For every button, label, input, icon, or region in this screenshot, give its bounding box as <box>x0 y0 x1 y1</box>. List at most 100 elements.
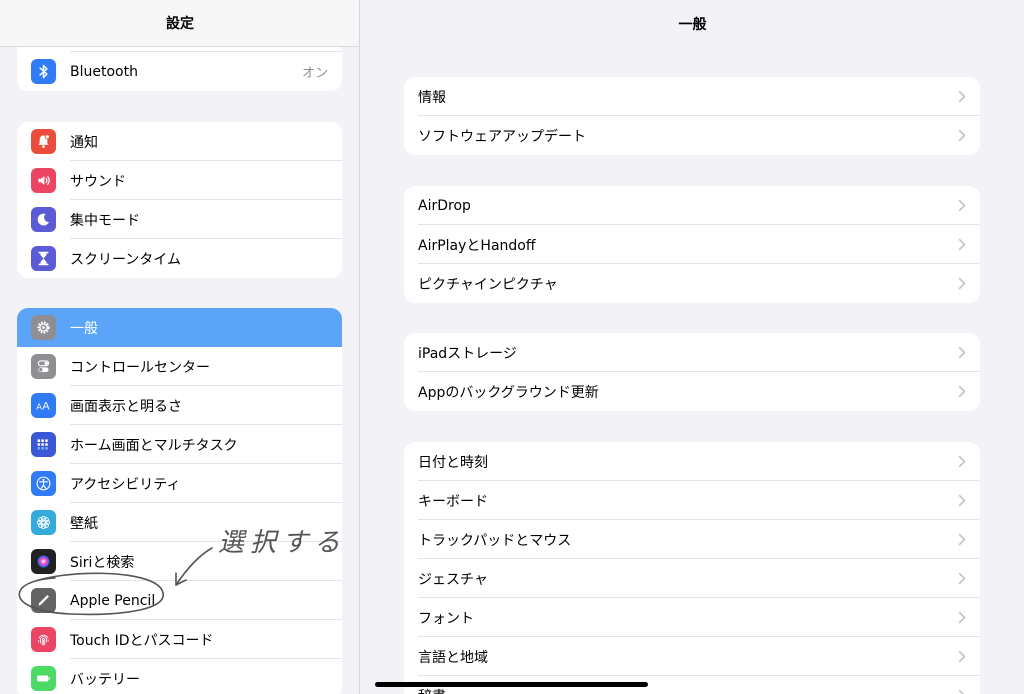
settings-row-picture-in-picture[interactable]: ピクチャインピクチャ <box>404 264 980 303</box>
sidebar-item-display-brightness[interactable]: AA 画面表示と明るさ <box>17 386 342 425</box>
gear-icon <box>31 315 56 340</box>
svg-text:A: A <box>36 401 42 411</box>
settings-row-label: Appのバックグラウンド更新 <box>418 384 599 401</box>
sidebar-item-label: スクリーンタイム <box>70 251 182 268</box>
fingerprint-icon <box>31 627 56 652</box>
settings-row-label: iPadストレージ <box>418 345 517 362</box>
svg-text:A: A <box>42 400 50 412</box>
general-settings-pane: 一般 情報 ソフトウェアアップデート AirDrop AirPlayとHando… <box>361 0 1024 694</box>
sidebar-item-label: アクセシビリティ <box>70 476 181 493</box>
settings-row-fonts[interactable]: フォント <box>404 598 980 637</box>
bell-icon <box>31 129 56 154</box>
battery-icon <box>31 666 56 691</box>
sidebar-item-label: 集中モード <box>70 212 140 229</box>
accessibility-icon <box>31 471 56 496</box>
sidebar-item-label: サウンド <box>70 173 126 190</box>
settings-row-label: キーボード <box>418 493 488 510</box>
sidebar-item-label: Apple Pencil <box>70 592 156 609</box>
grid-icon <box>31 432 56 457</box>
sidebar: 設定 Bluetooth オン 通知 サウンド 集中モード スクリーンタイム 一… <box>0 0 360 694</box>
sidebar-group-general: 一般 コントロールセンター AA 画面表示と明るさ ホーム画面とマルチタスク ア… <box>17 308 342 694</box>
chevron-right-icon <box>958 90 966 103</box>
sidebar-item-focus[interactable]: 集中モード <box>17 200 342 239</box>
settings-group-input: 日付と時刻 キーボード トラックパッドとマウス ジェスチャ フォント 言語と地域 <box>404 442 980 694</box>
sidebar-item-bluetooth[interactable]: Bluetooth オン <box>17 52 342 91</box>
settings-row-label: ピクチャインピクチャ <box>418 276 558 293</box>
sidebar-item-control-center[interactable]: コントロールセンター <box>17 347 342 386</box>
sidebar-item-label: ホーム画面とマルチタスク <box>70 437 238 454</box>
toggles-icon <box>31 354 56 379</box>
chevron-right-icon <box>958 572 966 585</box>
chevron-right-icon <box>958 650 966 663</box>
sidebar-group-connectivity: Bluetooth オン <box>17 40 342 91</box>
settings-group-sharing: AirDrop AirPlayとHandoff ピクチャインピクチャ <box>404 186 980 303</box>
page-title: 一般 <box>678 16 707 33</box>
settings-row-trackpad-mouse[interactable]: トラックパッドとマウス <box>404 520 980 559</box>
settings-row-ipad-storage[interactable]: iPadストレージ <box>404 333 980 372</box>
settings-row-label: 言語と地域 <box>418 649 488 666</box>
settings-row-about[interactable]: 情報 <box>404 77 980 116</box>
sidebar-item-label: バッテリー <box>70 671 140 688</box>
sidebar-item-label: 通知 <box>70 134 98 151</box>
sidebar-title: 設定 <box>166 16 194 32</box>
sidebar-item-label: Siriと検索 <box>70 554 135 571</box>
settings-row-label: ジェスチャ <box>418 571 488 588</box>
hourglass-icon <box>31 246 56 271</box>
chevron-right-icon <box>958 385 966 398</box>
flower-icon <box>31 510 56 535</box>
chevron-right-icon <box>958 533 966 546</box>
settings-row-label: AirDrop <box>418 197 471 214</box>
settings-row-airdrop[interactable]: AirDrop <box>404 186 980 225</box>
main-header: 一般 <box>361 0 1024 47</box>
settings-row-label: 日付と時刻 <box>418 454 488 471</box>
sidebar-item-label: 壁紙 <box>70 515 98 532</box>
settings-row-background-refresh[interactable]: Appのバックグラウンド更新 <box>404 372 980 411</box>
settings-row-label: 情報 <box>418 89 446 106</box>
sidebar-item-sounds[interactable]: サウンド <box>17 161 342 200</box>
sidebar-item-home-screen[interactable]: ホーム画面とマルチタスク <box>17 425 342 464</box>
pencil-icon <box>31 588 56 613</box>
chevron-right-icon <box>958 689 965 694</box>
settings-row-label: AirPlayとHandoff <box>418 237 536 254</box>
chevron-right-icon <box>958 238 966 251</box>
chevron-right-icon <box>958 199 966 212</box>
home-indicator[interactable] <box>375 682 648 687</box>
settings-group-storage: iPadストレージ Appのバックグラウンド更新 <box>404 333 980 411</box>
settings-row-label: フォント <box>418 610 474 627</box>
text-size-icon: AA <box>31 393 56 418</box>
sidebar-item-apple-pencil[interactable]: Apple Pencil <box>17 581 342 620</box>
settings-row-gestures[interactable]: ジェスチャ <box>404 559 980 598</box>
settings-row-date-time[interactable]: 日付と時刻 <box>404 442 980 481</box>
chevron-right-icon <box>958 455 966 468</box>
settings-row-keyboard[interactable]: キーボード <box>404 481 980 520</box>
sidebar-item-battery[interactable]: バッテリー <box>17 659 342 694</box>
chevron-right-icon <box>958 494 966 507</box>
sidebar-item-screen-time[interactable]: スクリーンタイム <box>17 239 342 278</box>
sidebar-item-touch-id[interactable]: Touch IDとパスコード <box>17 620 342 659</box>
moon-icon <box>31 207 56 232</box>
siri-icon <box>31 549 56 574</box>
sidebar-item-general[interactable]: 一般 <box>17 308 342 347</box>
sidebar-item-label: 一般 <box>70 320 98 337</box>
settings-row-label: トラックパッドとマウス <box>418 532 572 549</box>
speaker-icon <box>31 168 56 193</box>
chevron-right-icon <box>958 277 966 290</box>
chevron-right-icon <box>958 611 966 624</box>
chevron-right-icon <box>958 129 966 142</box>
sidebar-item-label: コントロールセンター <box>70 359 210 376</box>
sidebar-item-notifications[interactable]: 通知 <box>17 122 342 161</box>
sidebar-header: 設定 <box>0 0 359 47</box>
settings-row-label: ソフトウェアアップデート <box>418 128 586 145</box>
annotation-text: 選択する <box>218 528 347 558</box>
settings-row-software-update[interactable]: ソフトウェアアップデート <box>404 116 980 155</box>
bluetooth-icon <box>31 59 56 84</box>
sidebar-item-label: Bluetooth <box>70 63 138 80</box>
sidebar-item-label: 画面表示と明るさ <box>70 398 182 415</box>
settings-row-language-region[interactable]: 言語と地域 <box>404 637 980 676</box>
settings-group-about: 情報 ソフトウェアアップデート <box>404 77 980 155</box>
sidebar-group-notifications: 通知 サウンド 集中モード スクリーンタイム <box>17 122 342 278</box>
settings-row-airplay-handoff[interactable]: AirPlayとHandoff <box>404 225 980 264</box>
sidebar-item-accessibility[interactable]: アクセシビリティ <box>17 464 342 503</box>
bluetooth-status-value: オン <box>301 66 328 81</box>
chevron-right-icon <box>958 346 966 359</box>
